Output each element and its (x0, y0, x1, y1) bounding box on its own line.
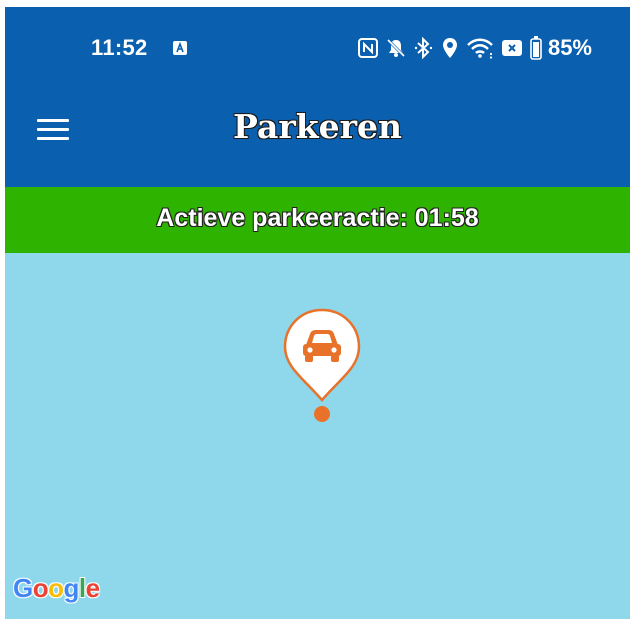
google-letter: o (32, 573, 49, 603)
bluetooth-icon (414, 37, 434, 59)
notification-a-icon (173, 41, 187, 55)
wifi-icon (466, 37, 494, 59)
google-letter: g (63, 573, 80, 603)
status-icons: 85% (357, 33, 592, 63)
google-logo: Google (13, 573, 100, 604)
x-badge-icon (501, 39, 522, 57)
active-parking-text: Actieve parkeeractie: 01:58 (156, 204, 479, 232)
map-view[interactable]: Google (5, 253, 630, 619)
battery-percentage: 85% (547, 35, 592, 60)
google-letter: o (48, 573, 64, 603)
parking-location-marker[interactable] (282, 307, 362, 423)
status-bar: 11:52 85% (5, 7, 630, 87)
nfc-icon (357, 38, 378, 58)
google-letter: l (78, 573, 86, 603)
app-screen: 11:52 85% Parkeren Actieve parkeeractie:… (5, 7, 630, 619)
google-letter: e (85, 573, 100, 603)
google-letter: G (13, 573, 33, 603)
location-icon (442, 37, 458, 59)
status-time: 11:52 (91, 35, 148, 60)
battery-icon (530, 36, 542, 60)
mute-icon (386, 38, 406, 58)
app-bar: 11:52 85% Parkeren (5, 7, 630, 187)
active-parking-banner[interactable]: Actieve parkeeractie: 01:58 (5, 187, 630, 253)
page-title: Parkeren (233, 107, 402, 146)
marker-dot (314, 406, 330, 422)
